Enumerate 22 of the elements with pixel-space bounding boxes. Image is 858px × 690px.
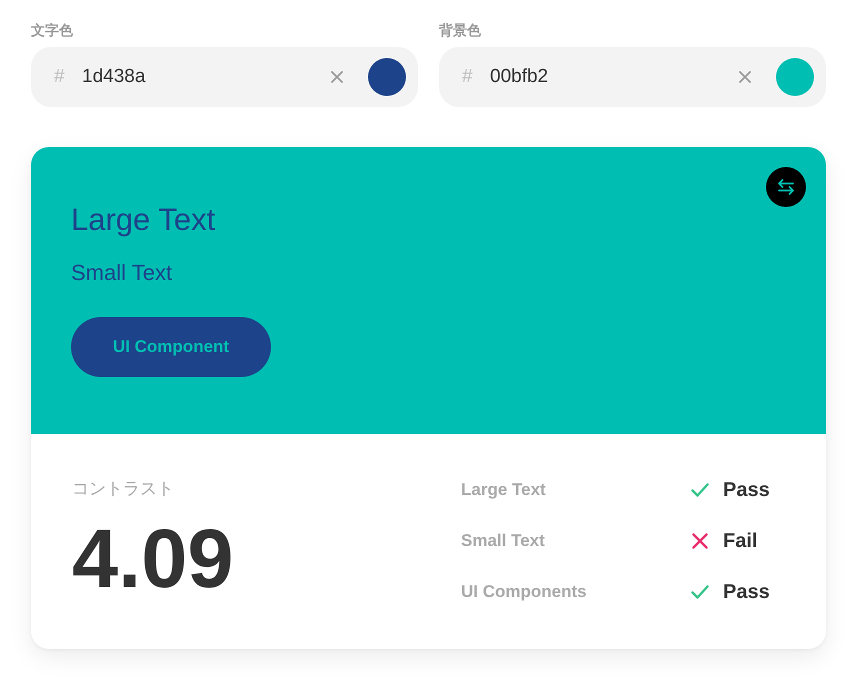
swap-icon[interactable] [766,167,806,207]
verdict-text: Pass [723,478,770,502]
small-text-sample: Small Text [71,260,172,286]
color-swatch-icon[interactable] [776,58,814,96]
hex-input[interactable]: 00bfb2 [490,63,640,91]
color-swatch-icon[interactable] [368,58,406,96]
field-label: 背景色 [439,21,481,39]
check-name: UI Components [461,581,587,603]
field-label: 文字色 [31,21,73,39]
check-name: Large Text [461,479,546,501]
clear-icon[interactable] [331,71,343,83]
contrast-ratio: 4.09 [72,518,234,600]
hex-input[interactable]: 1d438a [82,63,232,91]
hash-prefix: # [54,64,66,89]
verdict-text: Pass [723,580,770,604]
clear-icon[interactable] [739,71,751,83]
sample-button[interactable]: UI Component [71,317,271,377]
verdict-text: Fail [723,529,758,553]
large-text-sample: Large Text [71,202,216,238]
contrast-label: コントラスト [72,478,174,500]
hash-prefix: # [462,64,474,89]
check-name: Small Text [461,530,545,552]
